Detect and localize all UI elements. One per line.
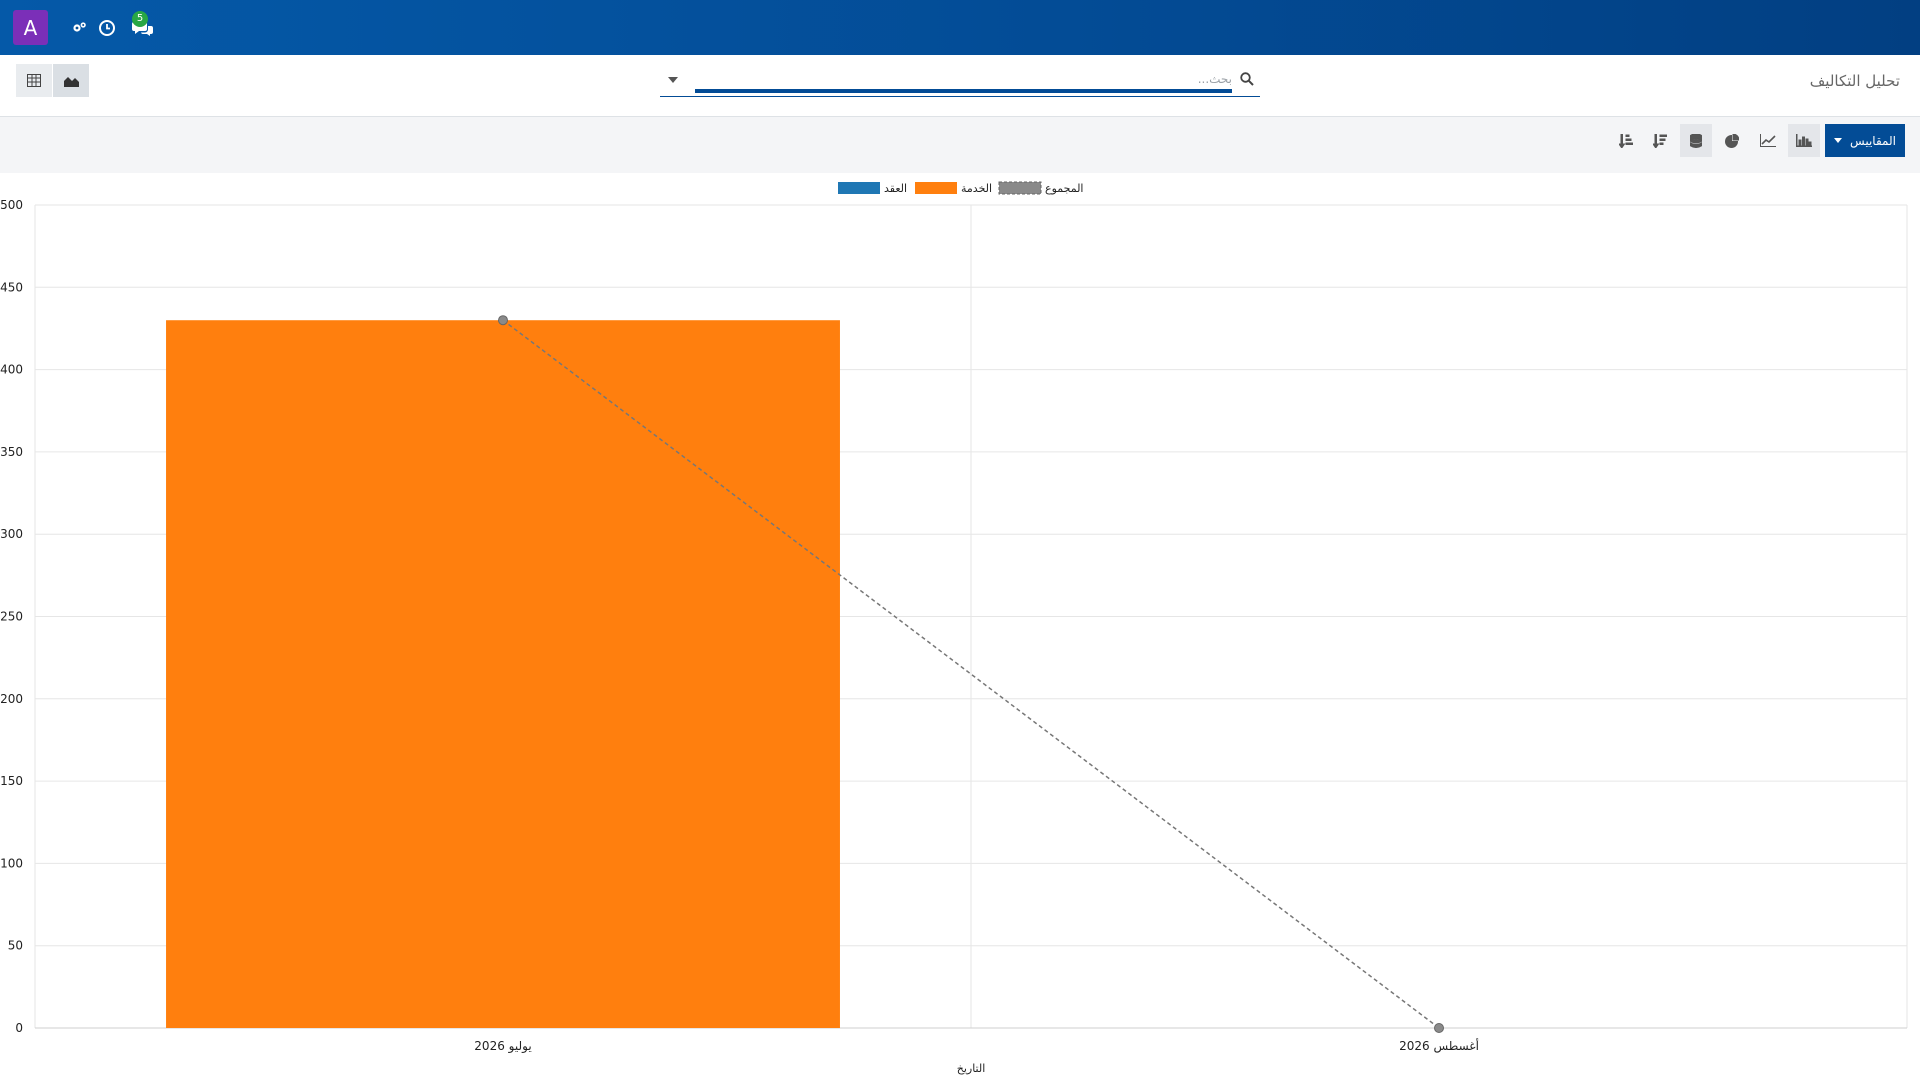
y-tick-label: 0 — [15, 1021, 23, 1035]
search-input[interactable] — [696, 67, 1232, 91]
caret-down-icon — [1834, 138, 1843, 143]
y-tick-label: 350 — [0, 445, 23, 459]
y-tick-label: 400 — [0, 363, 23, 377]
pivot-view-button[interactable] — [16, 64, 52, 97]
sort-ascending-button[interactable] — [1610, 124, 1642, 157]
chart-canvas: 0 50 100 150 200 250 300 350 400 450 500 يوليو 2026… — [0, 181, 1908, 1075]
legend-swatch-1 — [915, 182, 957, 194]
stacked-icon — [1690, 133, 1702, 148]
y-tick-label: 300 — [0, 527, 23, 541]
graph-toolbar: المقاييس — [0, 117, 1920, 173]
total-point-0 — [498, 315, 508, 326]
search-focus-bar — [695, 89, 1232, 93]
line-chart-icon — [1760, 134, 1776, 147]
y-tick-label: 450 — [0, 280, 23, 294]
search-options-toggle[interactable] — [666, 73, 680, 87]
legend-swatch-2 — [998, 181, 1042, 195]
y-tick-label: 50 — [8, 939, 23, 953]
measures-label: المقاييس — [1850, 133, 1896, 148]
top-navbar: A 5 — [0, 0, 1920, 55]
app-avatar[interactable]: A — [13, 10, 48, 45]
legend-swatch-0 — [838, 182, 880, 194]
bar-chart-button[interactable] — [1788, 124, 1820, 157]
legend-label-2: المجموع — [1045, 182, 1083, 195]
legend-label-1: الخدمة — [961, 182, 992, 195]
x-axis-title: التاريخ — [957, 1062, 986, 1075]
sort-descending-icon — [1653, 133, 1667, 148]
y-tick-label: 100 — [0, 856, 23, 870]
bar-0 — [166, 320, 840, 1029]
graph-view-button[interactable] — [53, 64, 89, 97]
graph-area-icon — [63, 76, 79, 87]
caret-down-icon — [668, 77, 678, 83]
sort-descending-button[interactable] — [1644, 124, 1676, 157]
y-tick-label: 250 — [0, 610, 23, 624]
x-tick-label: أغسطس 2026 — [1399, 1038, 1479, 1054]
legend-label-0: العقد — [884, 182, 907, 195]
clock-icon[interactable] — [94, 15, 120, 41]
bar-chart-icon — [1796, 134, 1812, 147]
view-switcher — [16, 64, 89, 97]
page-title: تحليل التكاليف — [1809, 72, 1900, 90]
stacked-toggle-button[interactable] — [1680, 124, 1712, 157]
y-tick-label: 200 — [0, 692, 23, 706]
search-bar — [660, 67, 1260, 97]
x-tick-label: يوليو 2026 — [474, 1039, 531, 1054]
gears-icon[interactable] — [66, 15, 92, 41]
measures-dropdown-button[interactable]: المقاييس — [1825, 124, 1905, 157]
line-chart-button[interactable] — [1752, 124, 1784, 157]
app-avatar-initial: A — [23, 15, 38, 40]
search-icon[interactable] — [1240, 71, 1254, 90]
total-point-1 — [1434, 1023, 1444, 1033]
graph-chart-area: 0 50 100 150 200 250 300 350 400 450 500 يوليو 2026… — [0, 173, 1920, 1080]
messages-count-badge: 5 — [132, 10, 148, 27]
pivot-table-icon — [27, 74, 41, 87]
y-tick-label: 150 — [0, 774, 23, 788]
y-tick-label: 500 — [0, 198, 23, 212]
pie-chart-button[interactable] — [1716, 124, 1748, 157]
sort-ascending-icon — [1619, 133, 1633, 148]
pie-chart-icon — [1725, 133, 1739, 148]
chat-icon[interactable]: 5 — [128, 10, 158, 41]
control-panel: تحليل التكاليف — [0, 55, 1920, 117]
